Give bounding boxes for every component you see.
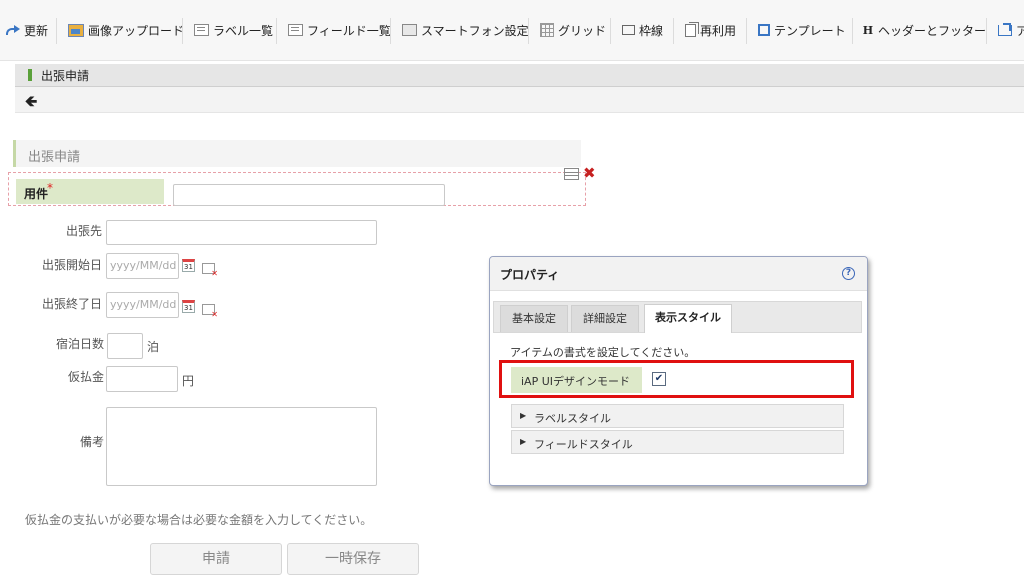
nights-label: 宿泊日数 [55, 337, 104, 351]
toolbar-divider [610, 18, 611, 44]
share-icon [998, 24, 1012, 36]
grid-button[interactable]: グリッド [540, 0, 606, 60]
back-arrow-icon[interactable]: 🡸 [25, 91, 37, 116]
clear-date-icon[interactable] [202, 263, 218, 278]
toolbar-divider [852, 18, 853, 44]
refresh-icon [6, 25, 20, 35]
tab-basic-settings[interactable]: 基本設定 [500, 305, 568, 332]
refresh-label: 更新 [24, 23, 49, 38]
required-label-text: 用件 [24, 187, 49, 201]
advance-note: 仮払金の支払いが必要な場合は必要な金額を入力してください。 [25, 513, 373, 527]
back-bar: 🡸 [15, 87, 1024, 113]
header-icon: H [862, 23, 874, 37]
highlight-box [499, 360, 854, 398]
page-marker-icon [28, 69, 32, 81]
start-date-input[interactable]: yyyy/MM/dd [106, 253, 179, 279]
smartphone-settings-label: スマートフォン設定 [421, 23, 529, 38]
toolbar-divider [673, 18, 674, 44]
image-icon [68, 23, 84, 37]
toolbar: 更新 画像アップロード ラベル一覧 フィールド一覧 スマートフォン設定 グリッド… [0, 0, 1024, 61]
image-upload-label: 画像アップロード [88, 23, 185, 38]
expand-triangle-icon: ▶ [520, 437, 527, 446]
table-icon[interactable] [564, 168, 579, 180]
help-icon[interactable]: ? [842, 267, 855, 280]
toolbar-divider [56, 18, 57, 44]
frame-icon [622, 25, 635, 35]
reuse-button[interactable]: 再利用 [685, 0, 736, 60]
submit-button[interactable]: 申請 [150, 543, 282, 575]
page-header: 出張申請 [15, 64, 1024, 87]
field-list-label: フィールド一覧 [307, 23, 391, 38]
start-date-label: 出張開始日 [41, 258, 102, 272]
label-list-label: ラベル一覧 [213, 23, 274, 38]
dialog-title: プロパティ [500, 268, 560, 282]
save-draft-button[interactable]: 一時保存 [287, 543, 419, 575]
field-style-accordion[interactable]: ▶ フィールドスタイル [511, 430, 844, 454]
destination-label: 出張先 [65, 224, 102, 238]
template-icon [758, 24, 770, 36]
label-list-button[interactable]: ラベル一覧 [194, 0, 273, 60]
template-button[interactable]: テンプレート [758, 0, 846, 60]
dialog-header: プロパティ ? [490, 257, 867, 291]
calendar-icon[interactable]: 31 [182, 300, 195, 313]
copy-icon [685, 21, 699, 37]
frame-label: 枠線 [639, 23, 664, 38]
grid-label: グリッド [558, 23, 607, 38]
tab-display-style[interactable]: 表示スタイル [644, 304, 732, 333]
remarks-label: 備考 [79, 435, 104, 449]
header-footer-label: ヘッダーとフッター [878, 23, 987, 38]
delete-icon[interactable]: ✖ [583, 164, 596, 182]
section-title: 出張申請 [28, 150, 81, 165]
toolbar-divider [182, 18, 183, 44]
subject-input[interactable] [173, 184, 445, 206]
calendar-icon[interactable]: 31 [182, 259, 195, 272]
smartphone-settings-button[interactable]: スマートフォン設定 [402, 0, 529, 60]
header-footer-button[interactable]: H ヘッダーとフッター [862, 0, 986, 60]
toolbar-divider [986, 18, 987, 44]
share-button[interactable]: ア [998, 0, 1024, 60]
required-field-label: 用件 * [16, 179, 164, 204]
toolbar-divider [746, 18, 747, 44]
share-label: ア [1016, 23, 1024, 38]
tab-detail-settings[interactable]: 詳細設定 [571, 305, 639, 332]
field-list-button[interactable]: フィールド一覧 [288, 0, 391, 60]
toolbar-divider [528, 18, 529, 44]
refresh-button[interactable]: 更新 [6, 0, 48, 60]
advance-input[interactable] [106, 366, 178, 392]
nights-unit: 泊 [147, 340, 160, 354]
label-style-accordion[interactable]: ▶ ラベルスタイル [511, 404, 844, 428]
template-label: テンプレート [774, 23, 846, 38]
list-icon [288, 24, 303, 36]
reuse-label: 再利用 [700, 23, 737, 38]
section-header: 出張申請 [13, 140, 581, 167]
end-date-label: 出張終了日 [41, 297, 102, 311]
image-upload-button[interactable]: 画像アップロード [68, 0, 184, 60]
end-date-input[interactable]: yyyy/MM/dd [106, 292, 179, 318]
advance-unit: 円 [182, 374, 195, 388]
list-icon [194, 24, 209, 36]
field-style-text: フィールドスタイル [534, 438, 633, 451]
toolbar-divider [390, 18, 391, 44]
expand-triangle-icon: ▶ [520, 411, 527, 420]
remarks-textarea[interactable] [106, 407, 377, 486]
advance-label: 仮払金 [67, 370, 104, 384]
clear-date-icon[interactable] [202, 304, 218, 319]
label-style-text: ラベルスタイル [534, 412, 611, 425]
page-title: 出張申請 [41, 69, 90, 83]
nights-input[interactable] [107, 333, 143, 359]
toolbar-divider [276, 18, 277, 44]
frame-button[interactable]: 枠線 [622, 0, 663, 60]
smartphone-icon [402, 24, 417, 36]
dialog-description: アイテムの書式を設定してください。 [510, 346, 696, 359]
destination-input[interactable] [106, 220, 377, 245]
required-mark: * [47, 181, 53, 195]
grid-icon [540, 23, 554, 37]
dialog-tabs: 基本設定 詳細設定 表示スタイル [493, 301, 862, 333]
